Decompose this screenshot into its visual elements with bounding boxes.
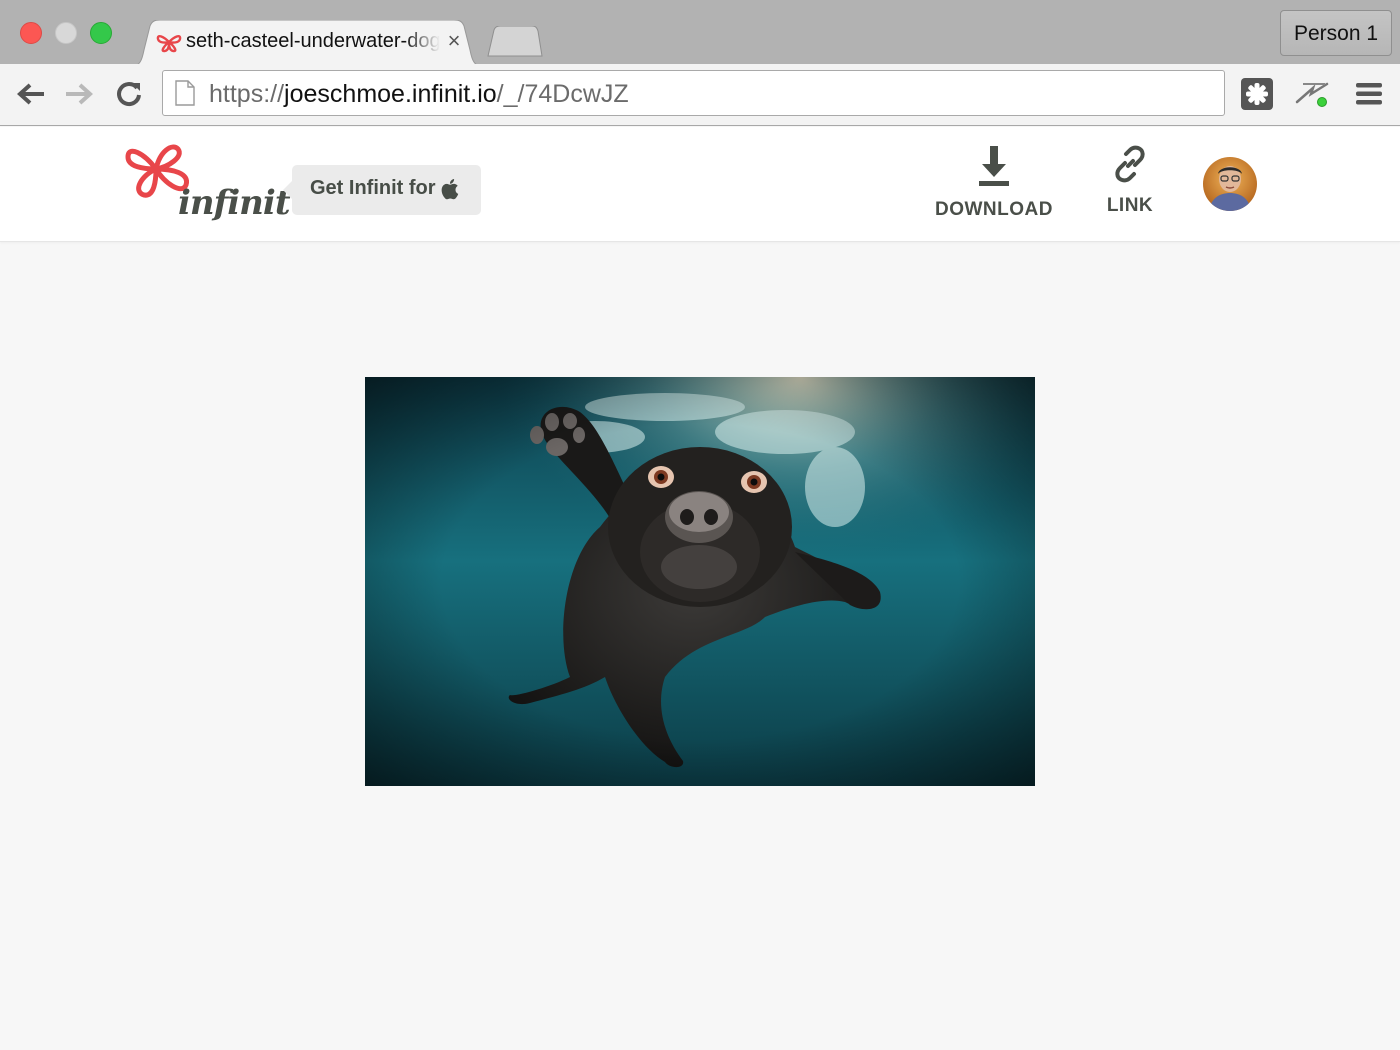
get-infinit-button[interactable]: Get Infinit for <box>283 165 481 215</box>
reload-icon[interactable] <box>111 76 147 112</box>
url-text[interactable]: https://joeschmoe.infinit.io/_/74DcwJZ <box>209 78 629 110</box>
infinit-logo[interactable]: infinit <box>124 139 291 224</box>
apple-icon <box>441 179 459 200</box>
profile-button[interactable]: Person 1 <box>1280 10 1392 56</box>
extension-puzzle-icon[interactable] <box>1239 76 1275 112</box>
window-minimize-button[interactable] <box>55 22 77 44</box>
link-chain-icon <box>1115 145 1145 183</box>
download-label: DOWNLOAD <box>935 199 1053 220</box>
download-icon <box>979 146 1009 186</box>
browser-titlebar: seth-casteel-underwater-dog × Person 1 <box>0 0 1400 66</box>
underwater-dog-photo <box>365 377 1035 786</box>
back-arrow-icon[interactable] <box>13 76 49 112</box>
new-tab-button[interactable] <box>484 26 544 58</box>
link-action[interactable]: LINK <box>1095 145 1165 217</box>
download-action[interactable]: DOWNLOAD <box>934 145 1054 221</box>
menu-icon[interactable] <box>1351 76 1387 112</box>
tab-close-icon[interactable]: × <box>442 28 466 54</box>
url-path: /_/74DcwJZ <box>496 80 629 108</box>
window-close-button[interactable] <box>20 22 42 44</box>
site-header: infinit Get Infinit for DOWNLOAD LINK <box>0 127 1400 242</box>
address-bar[interactable]: https://joeschmoe.infinit.io/_/74DcwJZ <box>162 70 1225 116</box>
active-tab[interactable]: seth-casteel-underwater-dog × <box>132 20 482 66</box>
page-icon <box>175 80 195 106</box>
browser-toolbar: https://joeschmoe.infinit.io/_/74DcwJZ <box>0 64 1400 126</box>
link-label: LINK <box>1106 195 1154 216</box>
user-avatar[interactable] <box>1203 157 1257 211</box>
url-scheme: https:// <box>209 80 285 108</box>
forward-arrow-icon[interactable] <box>61 76 97 112</box>
get-infinit-label: Get Infinit for <box>310 177 436 199</box>
shared-image-underwater-dog[interactable] <box>365 377 1035 786</box>
url-host: joeschmoe.infinit.io <box>284 80 497 108</box>
tab-title: seth-casteel-underwater-dog <box>186 30 440 52</box>
window-zoom-button[interactable] <box>90 22 112 44</box>
logo-text: infinit <box>178 183 291 223</box>
extension-bolt-icon[interactable] <box>1295 76 1331 112</box>
infinit-favicon-icon <box>156 34 182 53</box>
